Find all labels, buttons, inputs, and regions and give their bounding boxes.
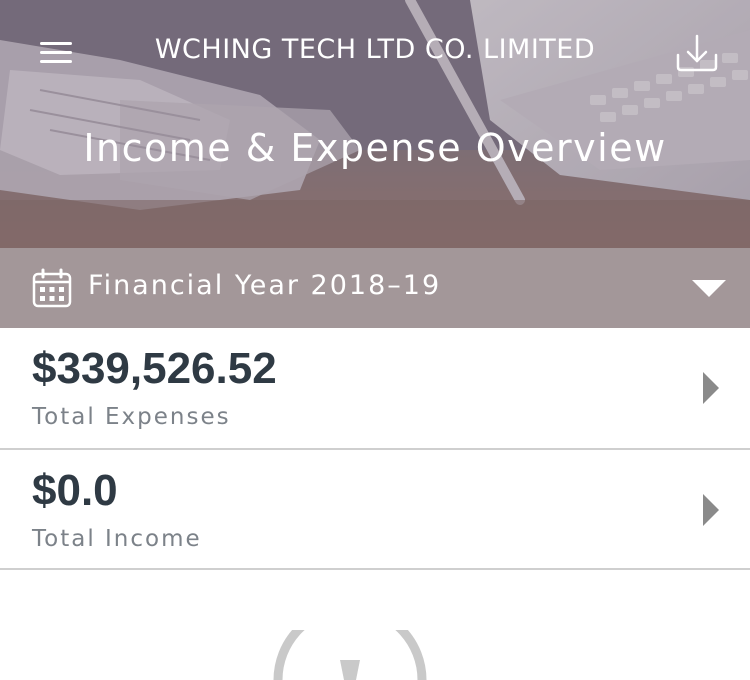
triangle-down-icon[interactable]	[692, 280, 726, 297]
app-screen: WCHING TECH LTD CO. LIMITED Income & Exp…	[0, 0, 750, 680]
page-title: Income & Expense Overview	[83, 126, 667, 170]
hamburger-menu-icon[interactable]	[40, 40, 74, 66]
total-expenses-amount: $339,526.52	[32, 344, 277, 393]
total-income-label: Total Income	[32, 526, 202, 552]
total-expenses-label: Total Expenses	[32, 404, 231, 430]
calendar-icon	[32, 268, 72, 308]
financial-year-selector[interactable]: Financial Year 2018–19	[0, 248, 750, 328]
financial-year-label: Financial Year 2018–19	[88, 270, 442, 301]
total-expenses-row[interactable]: $339,526.52 Total Expenses	[0, 328, 750, 450]
total-income-row[interactable]: $0.0 Total Income	[0, 450, 750, 570]
total-income-amount: $0.0	[32, 466, 118, 515]
empty-state-icon	[273, 630, 427, 680]
chevron-right-icon[interactable]	[703, 372, 719, 404]
chevron-right-icon[interactable]	[703, 494, 719, 526]
header-banner: WCHING TECH LTD CO. LIMITED Income & Exp…	[0, 0, 750, 248]
company-title: WCHING TECH LTD CO. LIMITED	[154, 34, 596, 65]
download-icon[interactable]	[675, 33, 719, 73]
